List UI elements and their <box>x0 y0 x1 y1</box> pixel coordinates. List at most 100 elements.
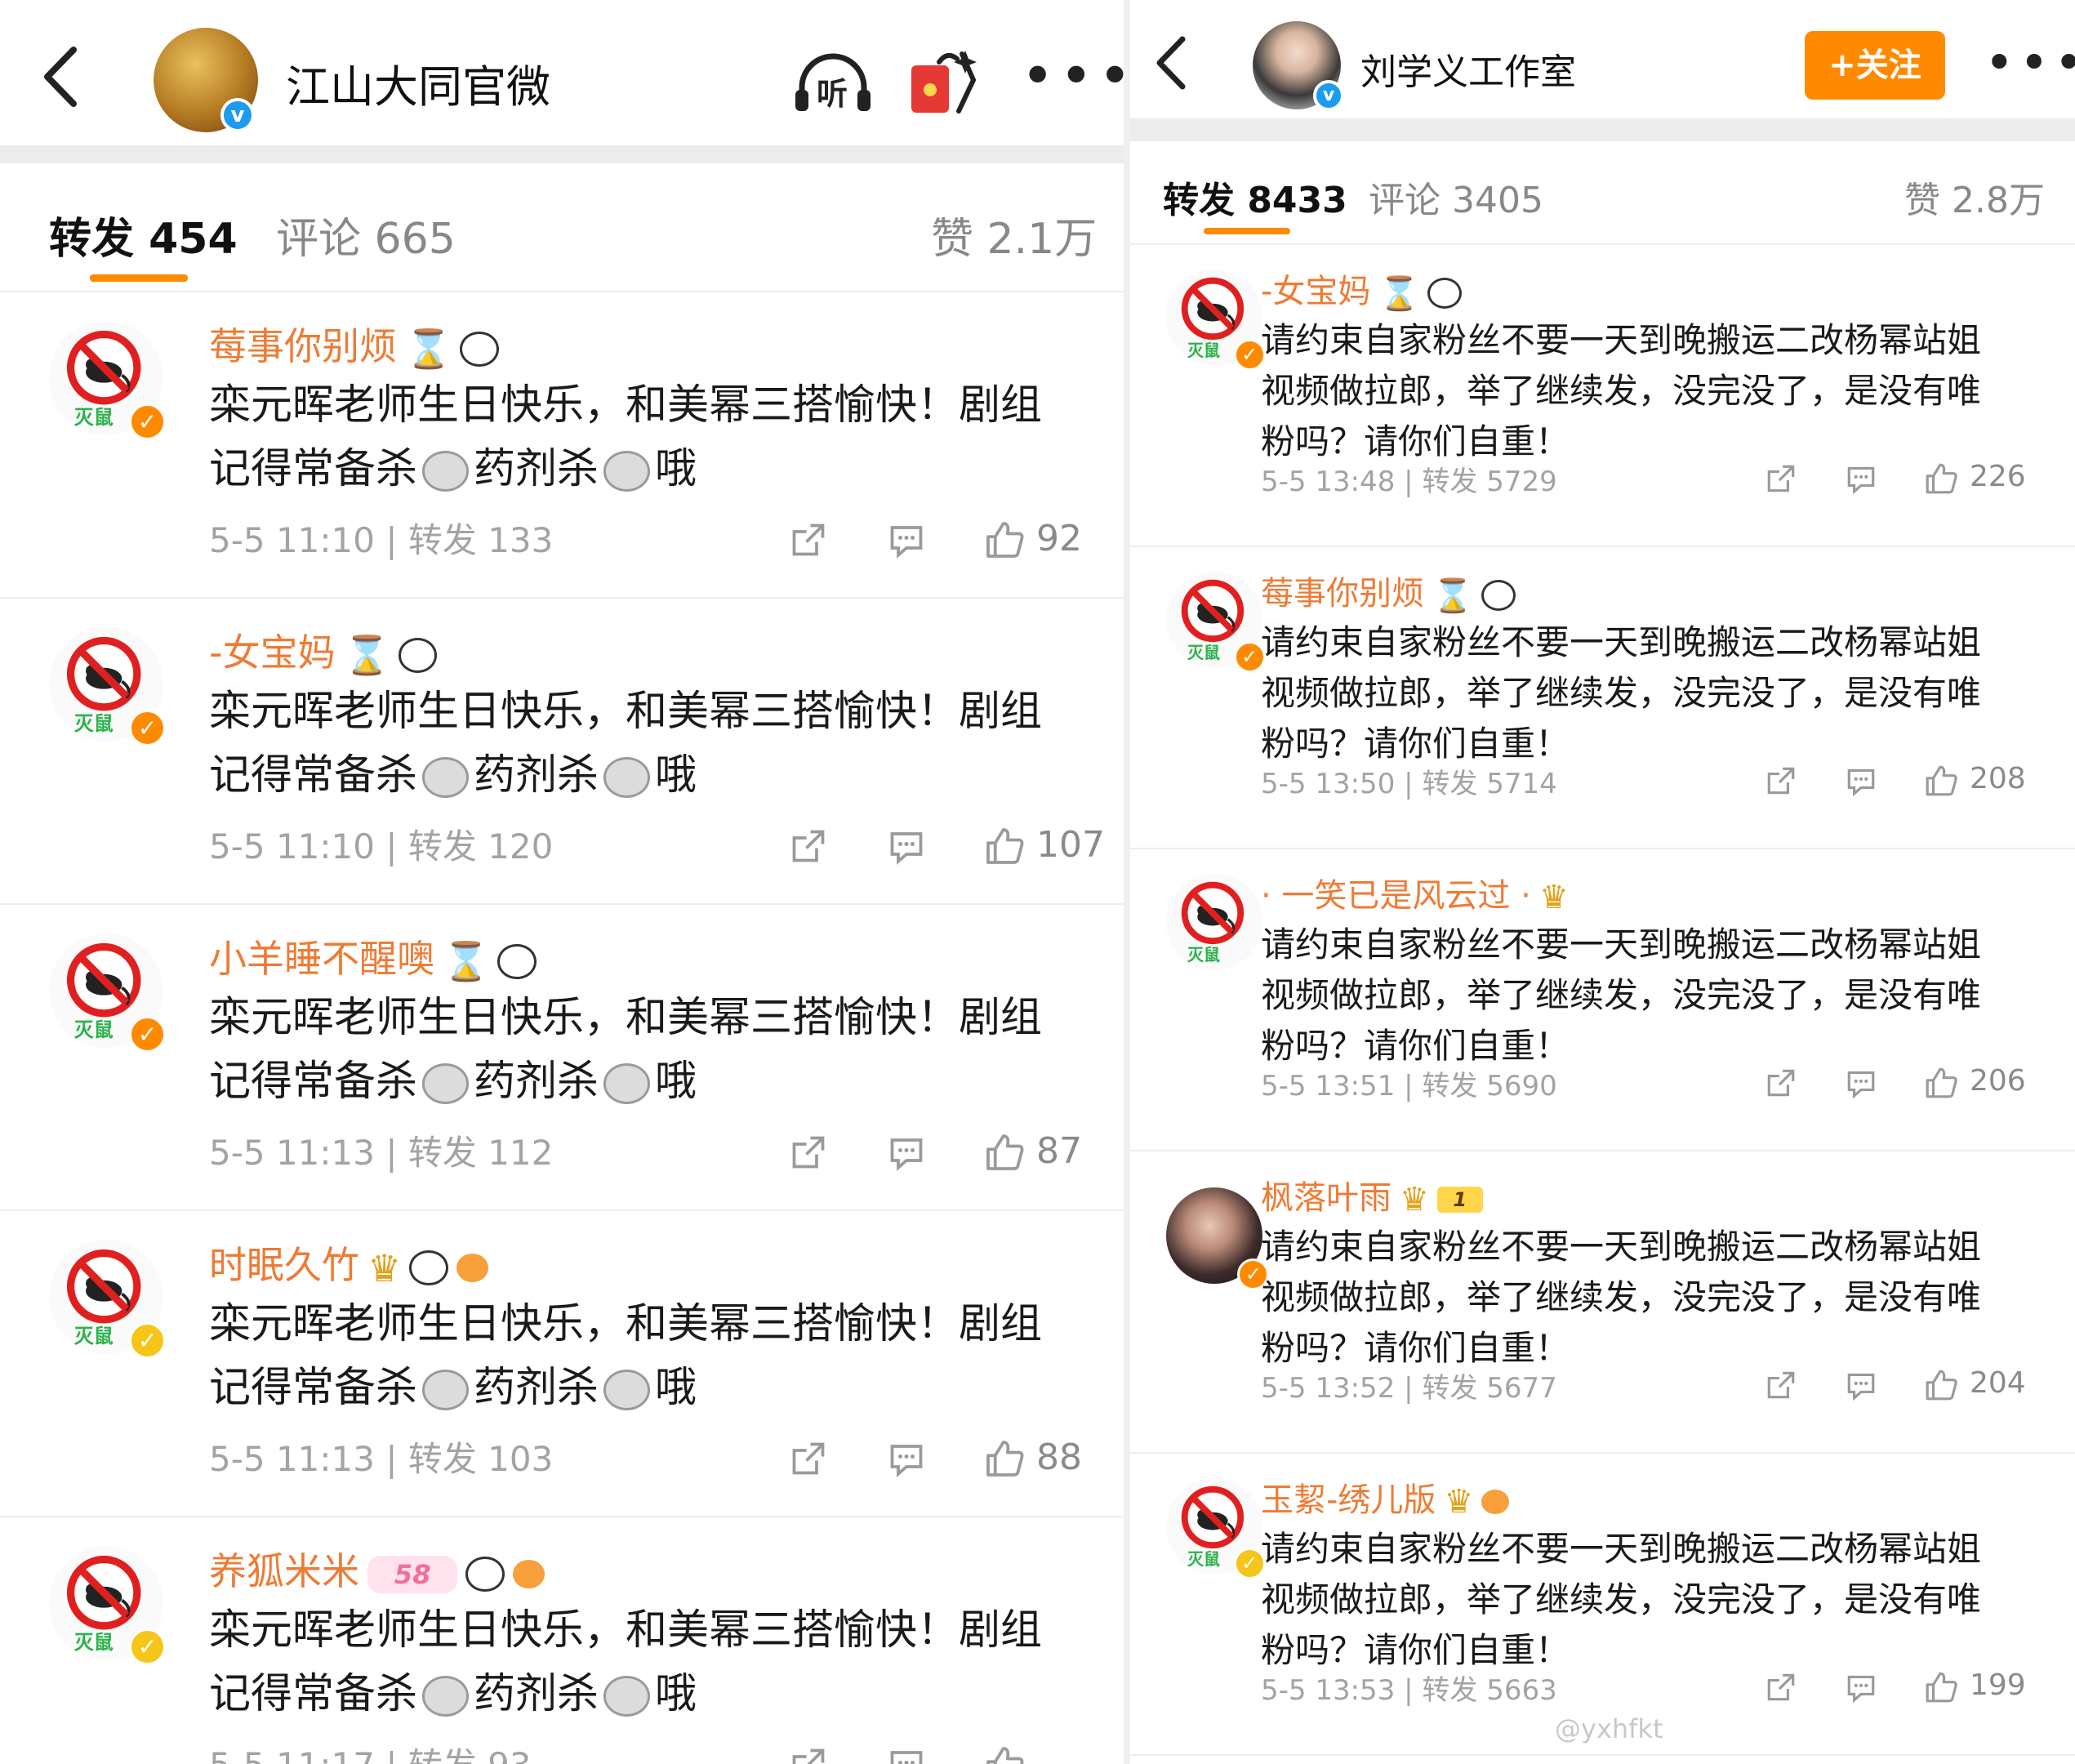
commenter-avatar[interactable]: ✓ <box>1166 1187 1270 1291</box>
likes-count-total[interactable]: 赞 2.1万 <box>931 204 1097 265</box>
like-count: 87 <box>1036 1130 1082 1172</box>
likes-count-total[interactable]: 赞 2.8万 <box>1904 171 2045 223</box>
commenter-avatar[interactable]: 灭鼠 <box>1166 874 1262 970</box>
tab-comments[interactable]: 评论 665 <box>276 204 456 265</box>
like-icon[interactable] <box>984 1438 1025 1482</box>
red-packet-icon[interactable] <box>908 47 982 118</box>
commenter-name[interactable]: 莓事你别烦 <box>209 324 397 368</box>
comment-icon[interactable] <box>1844 1066 1878 1103</box>
repost-item[interactable]: 灭鼠 ✓ 养狐米米58 栾元晖老师生日快乐，和美幂三搭愉快！剧组记得常备杀 药剂杀 哦 5-… <box>0 1517 1124 1764</box>
no-rat-icon <box>66 330 141 405</box>
like-icon[interactable] <box>984 1132 1025 1176</box>
repost-item[interactable]: 灭鼠 ✓ -女宝妈 ⌛ 栾元晖老师生日快乐，和美幂三搭愉快！剧组 记得常备杀 药剂杀 哦 5-5… <box>0 599 1124 905</box>
commenter-name[interactable]: 养狐米米 <box>209 1549 359 1593</box>
follow-button[interactable]: +关注 <box>1805 31 1945 100</box>
tab-reposts[interactable]: 转发 8433 <box>1163 171 1347 223</box>
right-header: v 刘学义工作室 +关注 ••• <box>1130 0 2075 118</box>
comment-icon[interactable] <box>1844 764 1878 801</box>
like-icon[interactable] <box>1924 1066 1958 1103</box>
commenter-name-row: 莓事你别烦 ⌛ <box>1261 567 1516 615</box>
commenter-avatar[interactable]: 灭鼠 ✓ <box>1166 1478 1266 1579</box>
hourglass-icon: ⌛ <box>343 633 390 677</box>
badge-label: 灭鼠 <box>73 1018 114 1041</box>
repost-icon[interactable] <box>788 1132 829 1176</box>
repost-icon[interactable] <box>788 1744 829 1764</box>
comment-icon[interactable] <box>1844 1368 1878 1405</box>
commenter-name[interactable]: 时眠久竹 <box>209 1243 359 1287</box>
panel-gutter <box>1124 0 1130 1764</box>
repost-icon[interactable] <box>1764 1368 1798 1405</box>
crown-icon: ♛ <box>367 1245 402 1290</box>
repost-icon[interactable] <box>788 519 829 564</box>
commenter-avatar[interactable]: 灭鼠 ✓ <box>49 1546 167 1665</box>
repost-text: 栾元晖老师生日快乐，和美幂三搭愉快！剧组 记得常备杀 药剂杀 哦 <box>209 1599 1091 1726</box>
commenter-name[interactable]: -女宝妈 <box>209 630 336 675</box>
repost-item[interactable]: 灭鼠 ✓ 时眠久竹 ♛ 栾元晖老师生日快乐，和美幂三搭愉快！剧组 记得常备杀 药剂杀 哦 5-5… <box>0 1211 1124 1517</box>
comment-icon[interactable] <box>1844 1670 1878 1708</box>
commenter-avatar[interactable]: 灭鼠 ✓ <box>49 1240 167 1359</box>
repost-item[interactable]: 灭鼠 ✓ 莓事你别烦 ⌛ 栾元晖老师生日快乐，和美幂三搭愉快！剧组 记得常备杀 药剂杀 哦 5-… <box>0 292 1124 599</box>
repost-item[interactable]: 灭鼠 ✓ 玉絜-绣儿版 ♛ 请约束自家粉丝不要一天到晚搬运二改杨幂站姐视频做拉郎，举了继… <box>1130 1454 2075 1756</box>
repost-item[interactable]: ✓ 枫落叶雨 ♛ 1 请约束自家粉丝不要一天到晚搬运二改杨幂站姐视频做拉郎，举了继续发，… <box>1130 1152 2075 1454</box>
like-icon[interactable] <box>984 1744 1025 1764</box>
hourglass-icon: ⌛ <box>1378 274 1420 313</box>
commenter-avatar[interactable]: 灭鼠 ✓ <box>1166 270 1266 371</box>
right-panel: v 刘学义工作室 +关注 ••• 转发 8433 评论 3405 赞 2.8万 … <box>1130 0 2075 1764</box>
commenter-name[interactable]: 玉絜-绣儿版 <box>1261 1481 1436 1519</box>
commenter-avatar[interactable]: 灭鼠 ✓ <box>1166 572 1266 673</box>
like-icon[interactable] <box>1924 1670 1958 1708</box>
comment-icon[interactable] <box>886 519 927 564</box>
repost-item[interactable]: 灭鼠 · 一笑已是风云过 · ♛ 请约束自家粉丝不要一天到晚搬运二改杨幂站姐视频做拉郎… <box>1130 849 2075 1152</box>
commenter-avatar[interactable]: 灭鼠 ✓ <box>49 627 167 746</box>
text-segment: 哦 <box>655 1670 697 1718</box>
repost-icon[interactable] <box>1764 1066 1798 1103</box>
commenter-name-row: -女宝妈 ⌛ <box>1261 265 1463 313</box>
repost-text-line: 栾元晖老师生日快乐，和美幂三搭愉快！剧组 <box>209 381 1043 430</box>
commenter-name[interactable]: 枫落叶雨 <box>1261 1179 1391 1217</box>
badge-label: 灭鼠 <box>1187 1548 1220 1569</box>
repost-text-line: 栾元晖老师生日快乐，和美幂三搭愉快！剧组 <box>209 1300 1043 1348</box>
tab-reposts[interactable]: 转发 454 <box>49 204 238 265</box>
verified-badge: v <box>1313 80 1344 111</box>
commenter-name-row: 枫落叶雨 ♛ 1 <box>1261 1171 1483 1218</box>
comment-icon[interactable] <box>886 1744 927 1764</box>
repost-item[interactable]: 灭鼠 ✓ -女宝妈 ⌛ 请约束自家粉丝不要一天到晚搬运二改杨幂站姐视频做拉郎，举了继续发… <box>1130 245 2075 547</box>
commenter-name[interactable]: 莓事你别烦 <box>1261 575 1424 612</box>
more-icon[interactable]: ••• <box>1021 47 1124 105</box>
like-icon[interactable] <box>984 519 1025 564</box>
repost-icon[interactable] <box>1764 461 1798 499</box>
commenter-name[interactable]: 小羊睡不醒噢 <box>209 937 434 981</box>
listen-icon[interactable]: 听 <box>792 51 874 116</box>
repost-icon[interactable] <box>788 1438 829 1482</box>
repost-icon[interactable] <box>1764 1670 1798 1708</box>
like-icon[interactable] <box>1924 1368 1958 1405</box>
back-icon[interactable] <box>39 45 80 120</box>
more-icon[interactable]: ••• <box>1984 38 2075 88</box>
repost-item[interactable]: 灭鼠 ✓ 小羊睡不醒噢 ⌛ 栾元晖老师生日快乐，和美幂三搭愉快！剧组 记得常备杀 药剂杀 哦 5… <box>0 905 1124 1211</box>
user-rank-badge: ✓ <box>129 709 167 746</box>
repost-item[interactable]: 灭鼠 ✓ 莓事你别烦 ⌛ 请约束自家粉丝不要一天到晚搬运二改杨幂站姐视频做拉郎，举了继续… <box>1130 547 2075 849</box>
commenter-name[interactable]: -女宝妈 <box>1261 273 1370 310</box>
back-icon[interactable] <box>1153 33 1189 103</box>
like-icon[interactable] <box>984 826 1025 870</box>
text-segment: 记得常备杀 <box>209 1670 418 1718</box>
tab-comments[interactable]: 评论 3405 <box>1369 171 1543 223</box>
comment-icon[interactable] <box>886 826 927 870</box>
commenter-name-row: 养狐米米 58 <box>209 1542 545 1596</box>
like-icon[interactable] <box>1924 764 1958 801</box>
commenter-avatar[interactable]: 灭鼠 ✓ <box>49 321 167 440</box>
comment-icon[interactable] <box>886 1438 927 1482</box>
like-icon[interactable] <box>1924 461 1958 499</box>
text-segment: 记得常备杀 <box>209 1058 418 1106</box>
text-segment: 药剂杀 <box>474 445 599 493</box>
repost-meta: 5-5 11:13 | 转发 103 <box>209 1439 554 1479</box>
user-badges: ♛ <box>1436 1481 1510 1521</box>
repost-text: 请约束自家粉丝不要一天到晚搬运二改杨幂站姐视频做拉郎，举了继续发，没完没了，是没… <box>1261 622 1982 764</box>
commenter-name[interactable]: · 一笑已是风云过 · <box>1261 877 1531 915</box>
no-rat-icon <box>66 1555 141 1630</box>
comment-icon[interactable] <box>1844 461 1878 499</box>
repost-icon[interactable] <box>1764 764 1798 801</box>
comment-icon[interactable] <box>886 1132 927 1176</box>
repost-icon[interactable] <box>788 826 829 870</box>
commenter-avatar[interactable]: 灭鼠 ✓ <box>49 933 167 1053</box>
